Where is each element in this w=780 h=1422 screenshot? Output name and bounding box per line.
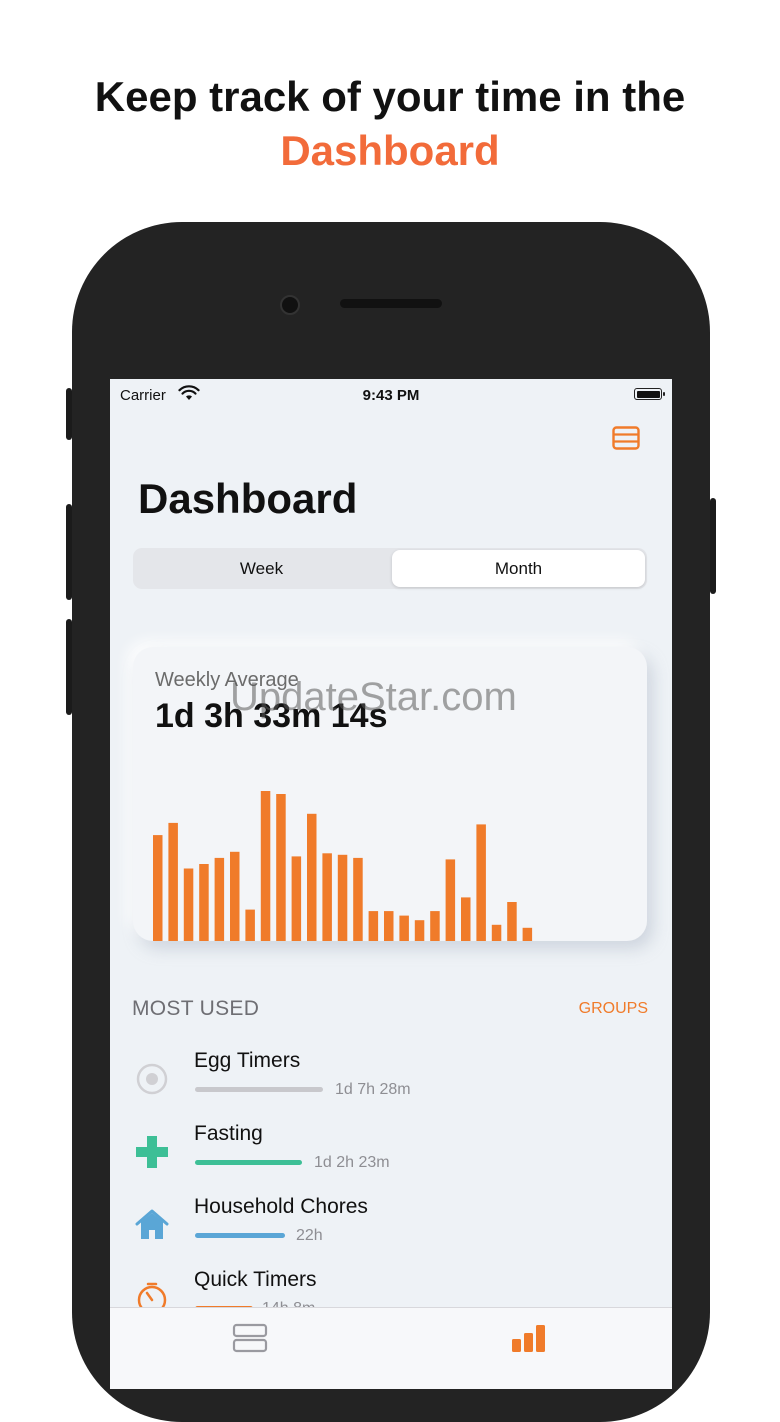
chart-bar (307, 813, 317, 941)
chart-bar (491, 924, 502, 941)
volume-down-button (66, 619, 72, 715)
usage-bar (195, 1233, 285, 1238)
earpiece-speaker (340, 299, 442, 308)
chart-bar (430, 911, 440, 941)
weekly-average-card: Weekly Average 1d 3h 33m 14s (133, 647, 647, 941)
chart-bar (168, 822, 178, 941)
list-item[interactable]: Household Chores 22h (110, 1195, 672, 1261)
usage-bar-chart (153, 791, 533, 941)
egg-timer-icon (136, 1063, 168, 1095)
chart-bar (230, 851, 240, 941)
chart-bar (260, 791, 271, 941)
item-duration: 22h (296, 1227, 323, 1244)
chart-bar (337, 854, 348, 941)
item-duration: 1d 2h 23m (314, 1154, 390, 1171)
chart-bar (445, 859, 456, 941)
timers-tab-icon[interactable] (232, 1322, 268, 1354)
chart-bar (414, 920, 425, 941)
chart-bar (322, 853, 332, 941)
battery-icon (634, 388, 665, 400)
chart-bar (291, 856, 302, 941)
item-name: Fasting (194, 1122, 263, 1145)
chart-bar (461, 897, 471, 941)
chart-bar (476, 824, 486, 941)
chart-bar (245, 909, 255, 941)
volume-up-button (66, 504, 72, 600)
chart-bar (399, 915, 409, 941)
dashboard-tab-icon[interactable] (510, 1322, 546, 1354)
list-item[interactable]: Fasting 1d 2h 23m (110, 1122, 672, 1188)
tab-week[interactable]: Week (135, 550, 388, 587)
app-screen: Carrier 9:43 PM Dashboard Week Month Wee… (110, 379, 672, 1389)
chart-bar (199, 864, 209, 941)
status-bar: Carrier 9:43 PM (110, 379, 672, 409)
front-camera (280, 295, 300, 315)
tab-bar (110, 1307, 672, 1389)
chart-bar (214, 857, 225, 941)
clock: 9:43 PM (362, 387, 420, 404)
chart-bar (153, 835, 163, 941)
item-name: Egg Timers (194, 1049, 301, 1072)
plus-icon (136, 1136, 168, 1168)
chart-bar (183, 868, 194, 941)
usage-bar (195, 1160, 302, 1165)
chart-bar (507, 902, 517, 941)
item-name: Quick Timers (194, 1268, 317, 1291)
item-duration: 1d 7h 28m (335, 1081, 411, 1098)
phone-frame: Carrier 9:43 PM Dashboard Week Month Wee… (66, 222, 716, 1422)
most-used-heading: MOST USED (132, 997, 260, 1020)
item-name: Household Chores (194, 1195, 368, 1218)
headline-accent: Dashboard (280, 127, 500, 174)
promo-headline: Keep track of your time in the Dashboard (0, 70, 780, 178)
mute-switch (66, 388, 72, 440)
tab-month[interactable]: Month (392, 550, 645, 587)
chart-bar (353, 857, 363, 941)
list-icon[interactable] (612, 426, 640, 450)
chart-bar (276, 794, 286, 941)
chart-bar (368, 911, 379, 941)
power-button (710, 498, 716, 594)
headline-text: Keep track of your time in the (94, 73, 686, 120)
chart-bar (384, 911, 394, 941)
period-segmented-control: Week Month (133, 548, 647, 589)
house-icon (135, 1209, 169, 1239)
usage-bar (195, 1087, 323, 1092)
list-item[interactable]: Egg Timers 1d 7h 28m (110, 1049, 672, 1115)
groups-link[interactable]: GROUPS (579, 1000, 648, 1018)
page-title: Dashboard (138, 475, 358, 522)
chart-bar (522, 927, 533, 941)
